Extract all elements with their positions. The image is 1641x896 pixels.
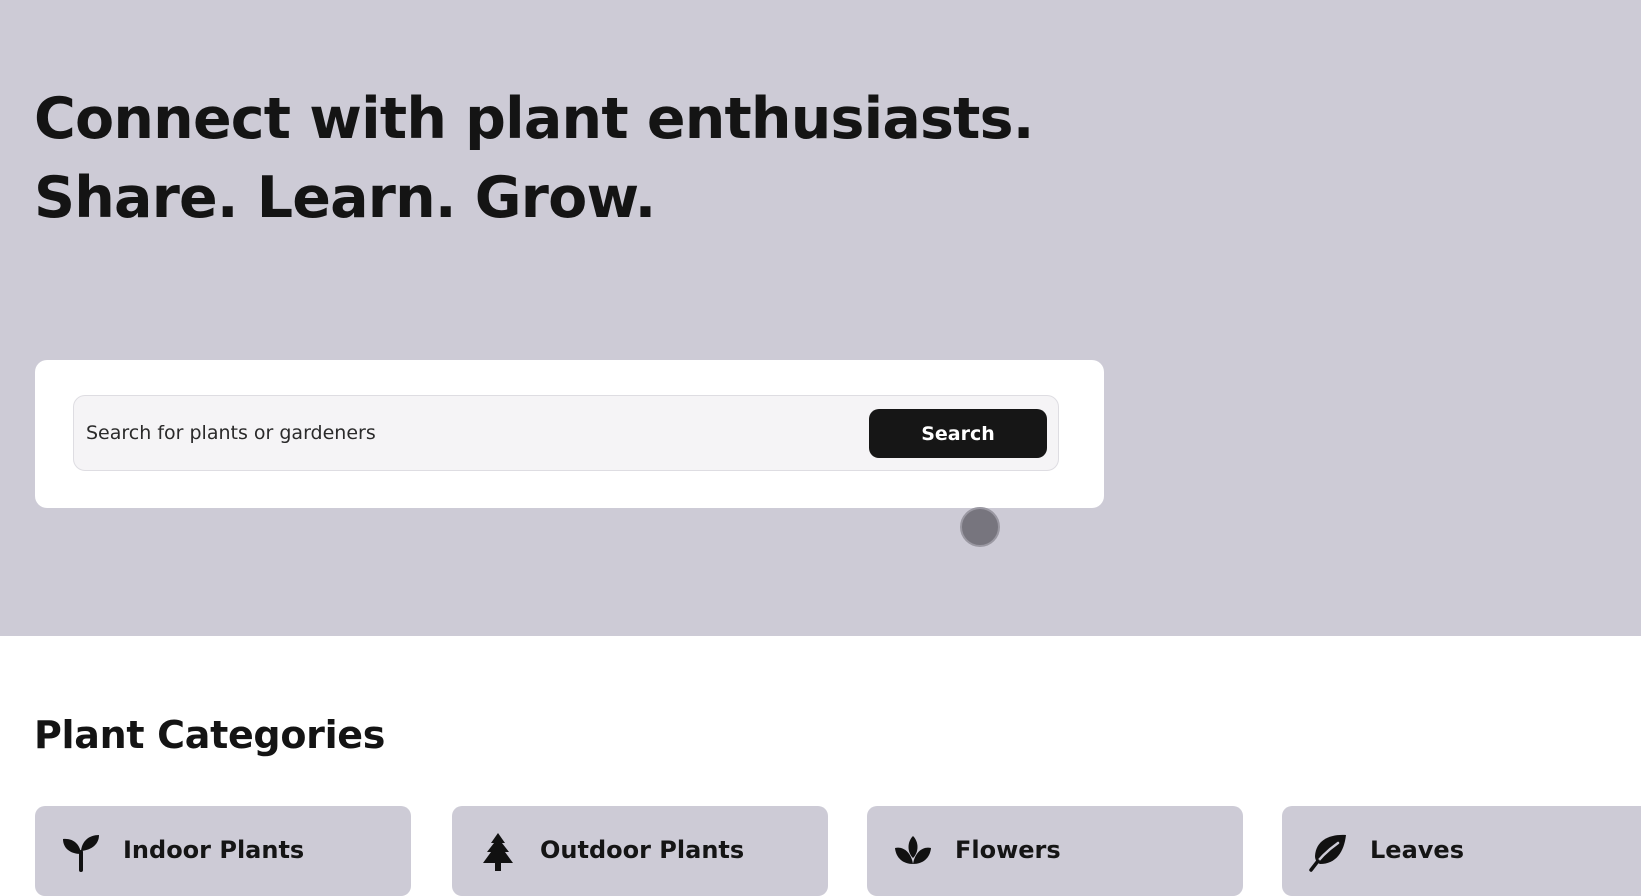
category-label: Flowers: [955, 836, 1061, 864]
lotus-flower-icon: [895, 836, 931, 864]
category-card-leaves[interactable]: Leaves: [1282, 806, 1641, 896]
cursor-indicator: [960, 507, 1000, 547]
search-button[interactable]: Search: [869, 409, 1047, 458]
category-card-indoor-plants[interactable]: Indoor Plants: [35, 806, 411, 896]
search-input[interactable]: [80, 402, 872, 464]
hero-section: Connect with plant enthusiasts. Share. L…: [0, 0, 1641, 636]
tree-icon: [483, 833, 513, 871]
category-label: Indoor Plants: [123, 836, 305, 864]
hero-title-line-1: Connect with plant enthusiasts.: [34, 86, 1034, 152]
section-title-plant-categories: Plant Categories: [34, 713, 386, 757]
seedling-icon: [63, 835, 99, 872]
hero-title: Connect with plant enthusiasts. Share. L…: [34, 80, 1034, 238]
category-card-flowers[interactable]: Flowers: [867, 806, 1243, 896]
category-label: Outdoor Plants: [540, 836, 745, 864]
category-card-outdoor-plants[interactable]: Outdoor Plants: [452, 806, 828, 896]
search-card: Search: [35, 360, 1104, 508]
search-box: Search: [73, 395, 1059, 471]
category-label: Leaves: [1370, 836, 1464, 864]
leaf-icon: [1309, 834, 1346, 872]
hero-title-line-2: Share. Learn. Grow.: [34, 165, 656, 231]
category-list: Indoor Plants Outdoor Plants Flowers Lea…: [35, 806, 1641, 896]
